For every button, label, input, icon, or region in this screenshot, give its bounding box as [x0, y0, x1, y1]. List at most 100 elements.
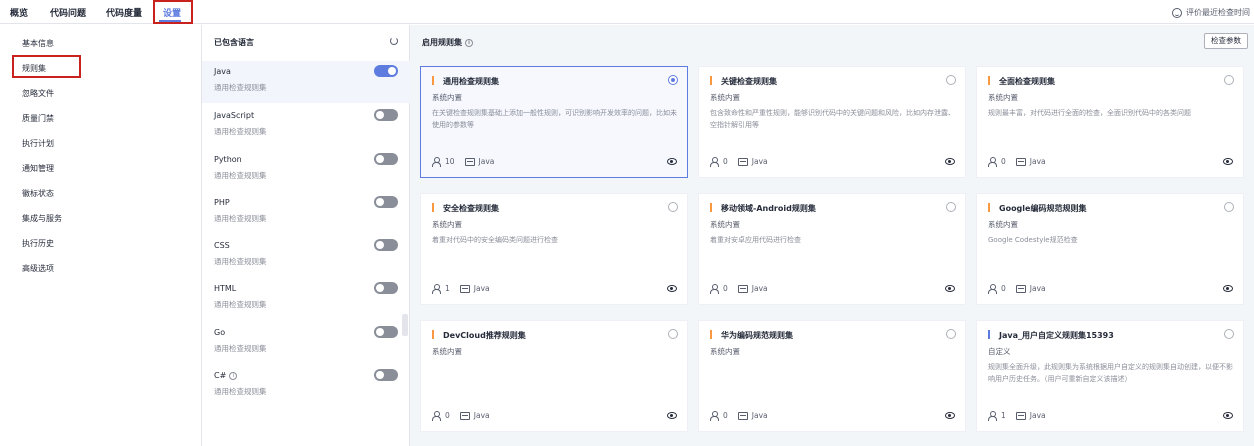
language-ruleset: 通用检查规则集	[214, 257, 267, 266]
ruleset-radio[interactable]	[668, 75, 678, 85]
eye-icon[interactable]	[667, 412, 677, 419]
tab-code-metrics[interactable]: 代码度量	[106, 6, 142, 19]
eye-icon[interactable]	[667, 285, 677, 292]
eye-icon[interactable]	[667, 158, 677, 165]
code-icon	[737, 411, 748, 420]
language-row-python[interactable]: Python 通用检查规则集	[202, 149, 410, 191]
eye-icon[interactable]	[1223, 412, 1233, 419]
sidebar-item-schedule[interactable]: 执行计划	[22, 138, 54, 149]
sidebar-item-badge-status[interactable]: 徽标状态	[22, 188, 54, 199]
eye-icon[interactable]	[945, 158, 955, 165]
ruleset-kind: 系统内置	[710, 93, 740, 102]
language-ruleset: 通用检查规则集	[214, 214, 267, 223]
user-icon	[432, 157, 441, 167]
ruleset-card-google[interactable]: Google编码规范规则集 系统内置 Google Codestyle规范检查 …	[976, 193, 1244, 305]
sidebar-item-quality-gate[interactable]: 质量门禁	[22, 113, 54, 124]
ruleset-name: 华为编码规范规则集	[721, 331, 793, 340]
system-bar	[710, 76, 712, 85]
info-icon[interactable]: i	[465, 38, 473, 47]
ruleset-lang: Java	[473, 411, 490, 420]
user-icon	[988, 157, 997, 167]
toggle-knob	[376, 241, 384, 249]
language-name-wrap: C# i	[214, 371, 238, 380]
toggle-knob	[376, 155, 384, 163]
ruleset-card-general[interactable]: 通用检查规则集 系统内置 在关键检查规则集基础上添加一般性规则，可识别影响开发效…	[420, 66, 688, 178]
sidebar-item-advanced[interactable]: 高级选项	[22, 263, 54, 274]
ruleset-card-devcloud[interactable]: DevCloud推荐规则集 系统内置 0 Java	[420, 320, 688, 432]
settings-sidebar: 基本信息 规则集 忽略文件 质量门禁 执行计划 通知管理 徽标状态 集成与服务 …	[0, 25, 202, 446]
sidebar-item-history[interactable]: 执行历史	[22, 238, 54, 249]
language-toggle[interactable]	[374, 153, 398, 165]
ruleset-radio[interactable]	[1224, 75, 1234, 85]
ruleset-count: 1	[1001, 411, 1006, 420]
language-toggle[interactable]	[374, 109, 398, 121]
recent-check-link[interactable]: 评价最近检查时间	[1172, 7, 1250, 18]
ruleset-footer: 1 Java	[432, 284, 490, 294]
eye-icon[interactable]	[945, 412, 955, 419]
language-ruleset: 通用检查规则集	[214, 300, 267, 309]
check-params-button[interactable]: 检查参数	[1204, 33, 1248, 49]
language-ruleset: 通用检查规则集	[214, 171, 267, 180]
ruleset-radio[interactable]	[668, 202, 678, 212]
ruleset-card-huawei[interactable]: 华为编码规范规则集 系统内置 0 Java	[698, 320, 966, 432]
language-row-go[interactable]: Go 通用检查规则集	[202, 322, 410, 364]
ruleset-card-security[interactable]: 安全检查规则集 系统内置 着重对代码中的安全编码类问题进行检查 1 Java	[420, 193, 688, 305]
ruleset-desc: 包含致命性和严重性规则，能够识别代码中的关键问题和风险，比如内存泄露、空指针解引…	[710, 109, 955, 129]
language-row-java[interactable]: Java 通用检查规则集	[202, 61, 410, 103]
language-row-php[interactable]: PHP 通用检查规则集	[202, 192, 410, 234]
language-name: Java	[214, 67, 231, 76]
tab-overview[interactable]: 概览	[10, 6, 28, 19]
language-toggle[interactable]	[374, 326, 398, 338]
ruleset-kind: 系统内置	[432, 347, 462, 356]
ruleset-count: 0	[723, 284, 728, 293]
sidebar-item-ignore-files[interactable]: 忽略文件	[22, 88, 54, 99]
language-row-javascript[interactable]: JavaScript 通用检查规则集	[202, 105, 410, 147]
language-list-header: 已包含语言	[214, 38, 254, 47]
ruleset-kind: 系统内置	[432, 220, 462, 229]
language-toggle[interactable]	[374, 369, 398, 381]
ruleset-lang: Java	[1029, 157, 1046, 166]
ruleset-footer: 1 Java	[988, 411, 1046, 421]
tab-code-issues[interactable]: 代码问题	[50, 6, 86, 19]
user-icon	[988, 411, 997, 421]
collapse-handle[interactable]	[402, 314, 408, 336]
ruleset-radio[interactable]	[946, 329, 956, 339]
language-toggle[interactable]	[374, 239, 398, 251]
ruleset-radio[interactable]	[946, 75, 956, 85]
eye-icon[interactable]	[1223, 285, 1233, 292]
ruleset-card-critical[interactable]: 关键检查规则集 系统内置 包含致命性和严重性规则，能够识别代码中的关键问题和风险…	[698, 66, 966, 178]
sidebar-item-basic-info[interactable]: 基本信息	[22, 38, 54, 49]
ruleset-lang: Java	[473, 284, 490, 293]
system-bar	[432, 203, 434, 212]
language-row-html[interactable]: HTML 通用检查规则集	[202, 278, 410, 320]
ruleset-card-custom[interactable]: Java_用户自定义规则集15393 自定义 规则集全面升级，此规则集为系统根据…	[976, 320, 1244, 432]
eye-icon[interactable]	[1223, 158, 1233, 165]
ruleset-count: 0	[445, 411, 450, 420]
ruleset-card-android[interactable]: 移动领域-Android规则集 系统内置 着重对安卓应用代码进行检查 0 Java	[698, 193, 966, 305]
language-name: Python	[214, 155, 242, 164]
language-row-css[interactable]: CSS 通用检查规则集	[202, 235, 410, 277]
sidebar-item-integrations[interactable]: 集成与服务	[22, 213, 62, 224]
language-row-csharp[interactable]: C# i 通用检查规则集	[202, 365, 410, 407]
language-toggle[interactable]	[374, 65, 398, 77]
settings-tab-highlight	[153, 0, 193, 24]
ruleset-radio[interactable]	[946, 202, 956, 212]
ruleset-radio[interactable]	[1224, 202, 1234, 212]
ruleset-kind: 系统内置	[988, 220, 1018, 229]
eye-icon[interactable]	[945, 285, 955, 292]
language-toggle[interactable]	[374, 196, 398, 208]
toggle-knob	[376, 284, 384, 292]
rulesets-title: 启用规则集 i	[422, 37, 473, 48]
ruleset-count: 0	[723, 157, 728, 166]
sidebar-item-notifications[interactable]: 通知管理	[22, 163, 54, 174]
info-icon[interactable]: i	[229, 371, 238, 380]
ruleset-radio[interactable]	[668, 329, 678, 339]
ruleset-desc: 规则集全面升级，此规则集为系统根据用户自定义的规则集自动创建，以便不影响用户历史…	[988, 363, 1233, 383]
ruleset-card-comprehensive[interactable]: 全面检查规则集 系统内置 规则最丰富，对代码进行全面的检查，全面识别代码中的各类…	[976, 66, 1244, 178]
ruleset-name: Google编码规范规则集	[999, 204, 1087, 213]
refresh-icon[interactable]	[390, 37, 398, 45]
language-toggle[interactable]	[374, 282, 398, 294]
ruleset-footer: 0 Java	[710, 411, 768, 421]
ruleset-radio[interactable]	[1224, 329, 1234, 339]
ruleset-count: 1	[445, 284, 450, 293]
